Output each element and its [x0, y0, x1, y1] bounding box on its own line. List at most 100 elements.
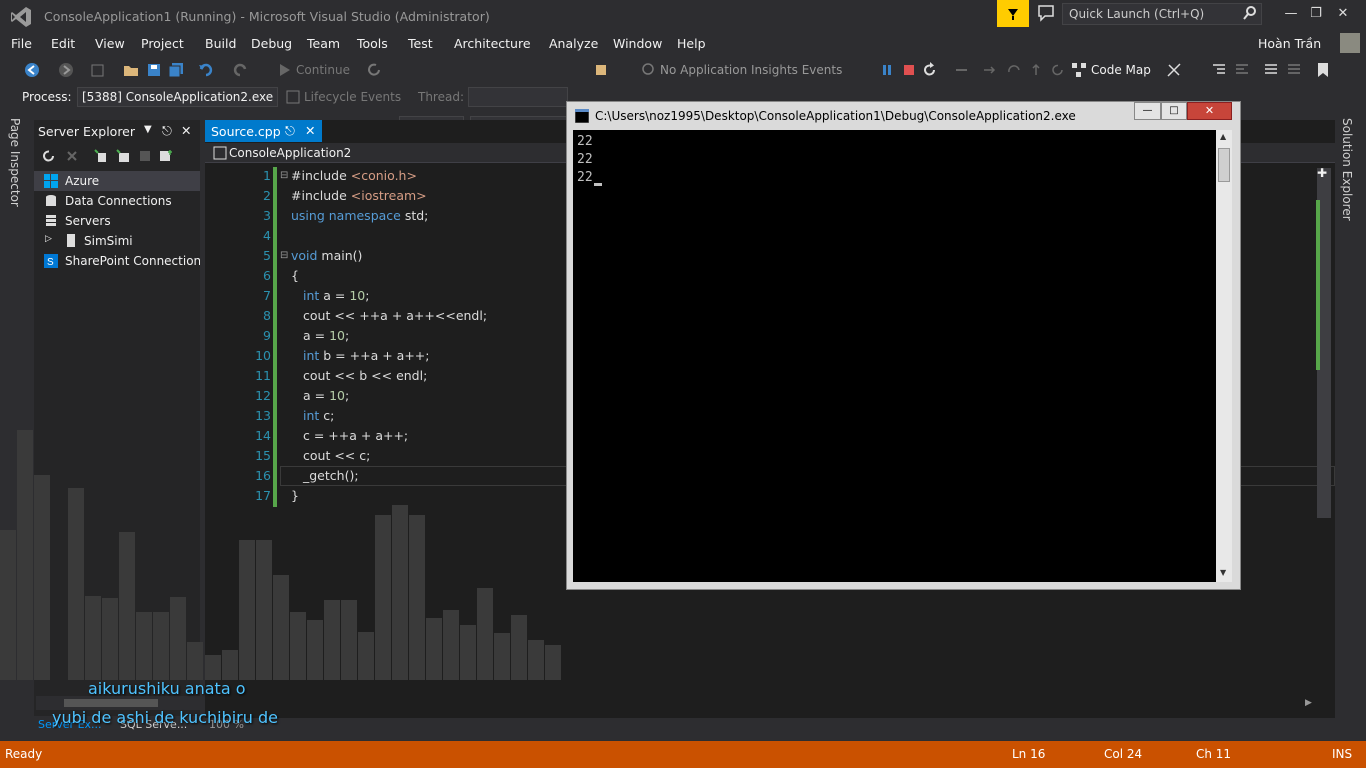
menu-analyze[interactable]: Analyze — [549, 36, 598, 51]
menu-window[interactable]: Window — [613, 36, 662, 51]
close-button[interactable]: ✕ — [1332, 4, 1354, 24]
svg-text:S: S — [47, 257, 54, 268]
split-icon[interactable]: ✚ — [1317, 166, 1327, 180]
project-select[interactable]: ConsoleApplication2 — [229, 146, 351, 160]
status-bar: Ready Ln 16 Col 24 Ch 11 INS — [0, 741, 1366, 768]
pause-icon[interactable] — [880, 63, 894, 77]
notification-flag-icon[interactable] — [997, 0, 1029, 27]
menu-bar: File Edit View Project Build Debug Team … — [0, 33, 1366, 55]
stop-refresh-icon[interactable] — [65, 149, 79, 163]
code-line: cout << b << endl; — [303, 368, 428, 383]
redo-icon[interactable] — [232, 62, 248, 78]
console-window[interactable]: C:\Users\noz1995\Desktop\ConsoleApplicat… — [566, 101, 1241, 590]
solution-explorer-tab[interactable]: Solution Explorer — [1340, 118, 1354, 221]
lifecycle-events-select[interactable]: Lifecycle Events — [304, 90, 401, 104]
menu-view[interactable]: View — [95, 36, 125, 51]
console-window-controls: — □ ✕ — [1134, 102, 1234, 120]
search-icon[interactable] — [1242, 5, 1258, 21]
tree-item-simsimi[interactable]: ▷ SimSimi — [34, 231, 200, 251]
tree-item-data-connections[interactable]: Data Connections — [34, 191, 200, 211]
forward-icon[interactable] — [58, 62, 74, 78]
server-explorer-header: Server Explorer ▼ ⎋ ✕ — [34, 120, 200, 142]
refresh-icon[interactable] — [42, 149, 56, 163]
connect-to-server-icon[interactable] — [116, 149, 132, 163]
code-line: cout << c; — [303, 448, 371, 463]
menu-edit[interactable]: Edit — [51, 36, 75, 51]
code-line: c = ++a + a++; — [303, 428, 409, 443]
tab-source-cpp[interactable]: Source.cpp ⎋ ✕ — [205, 120, 322, 142]
indent-icon[interactable] — [1211, 62, 1227, 78]
menu-tools[interactable]: Tools — [357, 36, 388, 51]
code-refresh-icon[interactable] — [1050, 62, 1066, 78]
console-close-button[interactable]: ✕ — [1187, 102, 1232, 120]
scroll-right-icon[interactable]: ▶ — [1305, 698, 1317, 710]
tab-pin-icon[interactable]: ⎋ — [285, 123, 295, 139]
menu-file[interactable]: File — [11, 36, 32, 51]
step-into-icon[interactable] — [982, 62, 998, 78]
feedback-icon[interactable] — [1037, 4, 1055, 22]
find-in-files-icon[interactable] — [594, 62, 610, 78]
line-number: 1 — [263, 168, 271, 183]
menu-test[interactable]: Test — [408, 36, 433, 51]
save-all-icon[interactable] — [168, 62, 184, 78]
menu-project[interactable]: Project — [141, 36, 184, 51]
step-out-icon[interactable] — [1028, 62, 1044, 78]
pin-icon[interactable]: ⎋ — [162, 123, 172, 139]
outdent-icon[interactable] — [1234, 62, 1250, 78]
menu-architecture[interactable]: Architecture — [454, 36, 531, 51]
console-minimize-button[interactable]: — — [1134, 102, 1161, 120]
restore-button[interactable]: ❐ — [1305, 4, 1327, 24]
show-next-statement-icon[interactable] — [954, 62, 970, 78]
menu-help[interactable]: Help — [677, 36, 706, 51]
panel-menu-chevron-down-icon[interactable]: ▼ — [144, 124, 152, 135]
page-inspector-tab[interactable]: Page Inspector — [8, 118, 22, 207]
console-output[interactable]: 22 22 22 — [573, 130, 1216, 582]
panel-close-icon[interactable]: ✕ — [181, 123, 191, 138]
menu-debug[interactable]: Debug — [251, 36, 292, 51]
new-project-icon[interactable] — [90, 62, 106, 78]
undo-icon[interactable] — [198, 62, 214, 78]
continue-button[interactable]: Continue — [296, 63, 350, 77]
minimize-button[interactable]: — — [1280, 4, 1302, 24]
menu-build[interactable]: Build — [205, 36, 236, 51]
application-insights-icon[interactable] — [640, 62, 656, 78]
continue-icon[interactable] — [278, 63, 292, 77]
status-ready: Ready — [5, 747, 43, 761]
tab-close-icon[interactable]: ✕ — [305, 123, 315, 138]
line-number: 10 — [255, 348, 271, 363]
code-line: _getch(); — [303, 468, 359, 483]
sharepoint-connect-icon[interactable] — [138, 149, 152, 163]
code-map-button[interactable]: Code Map — [1091, 63, 1151, 77]
tree-item-sharepoint[interactable]: S SharePoint Connections — [34, 251, 200, 271]
quick-launch-input[interactable]: Quick Launch (Ctrl+Q) — [1062, 3, 1262, 25]
tree-item-servers[interactable]: Servers — [34, 211, 200, 231]
connect-to-database-icon[interactable] — [94, 149, 110, 163]
save-icon[interactable] — [146, 62, 162, 78]
sharepoint-add-icon[interactable] — [158, 149, 174, 163]
menu-team[interactable]: Team — [307, 36, 340, 51]
change-margin — [273, 167, 277, 507]
comment-icon[interactable] — [1263, 62, 1279, 78]
line-number: 7 — [263, 288, 271, 303]
console-maximize-button[interactable]: □ — [1161, 102, 1187, 120]
uncomment-icon[interactable] — [1286, 62, 1302, 78]
avatar[interactable] — [1340, 33, 1360, 53]
collapse-icon[interactable]: ⊟ — [280, 250, 288, 261]
code-map-icon[interactable] — [1071, 62, 1087, 78]
application-insights-select[interactable]: No Application Insights Events — [660, 63, 842, 77]
back-icon[interactable] — [24, 62, 40, 78]
open-folder-icon[interactable] — [123, 62, 139, 78]
expand-chevron-right-icon[interactable]: ▷ — [45, 234, 52, 244]
step-over-icon[interactable] — [1006, 62, 1022, 78]
restart-icon[interactable] — [922, 62, 938, 78]
process-select[interactable]: [5388] ConsoleApplication2.exe — [77, 87, 278, 107]
thread-select[interactable] — [468, 87, 568, 107]
user-name[interactable]: Hoàn Trần — [1258, 36, 1321, 51]
tree-item-azure[interactable]: Azure — [34, 171, 200, 191]
console-scrollbar[interactable]: ▲ ▼ — [1216, 130, 1232, 582]
stop-icon[interactable] — [902, 63, 916, 77]
diagnostics-icon[interactable] — [1166, 62, 1182, 78]
refresh-icon[interactable] — [366, 62, 382, 78]
collapse-icon[interactable]: ⊟ — [280, 170, 288, 181]
bookmark-icon[interactable] — [1315, 62, 1331, 78]
